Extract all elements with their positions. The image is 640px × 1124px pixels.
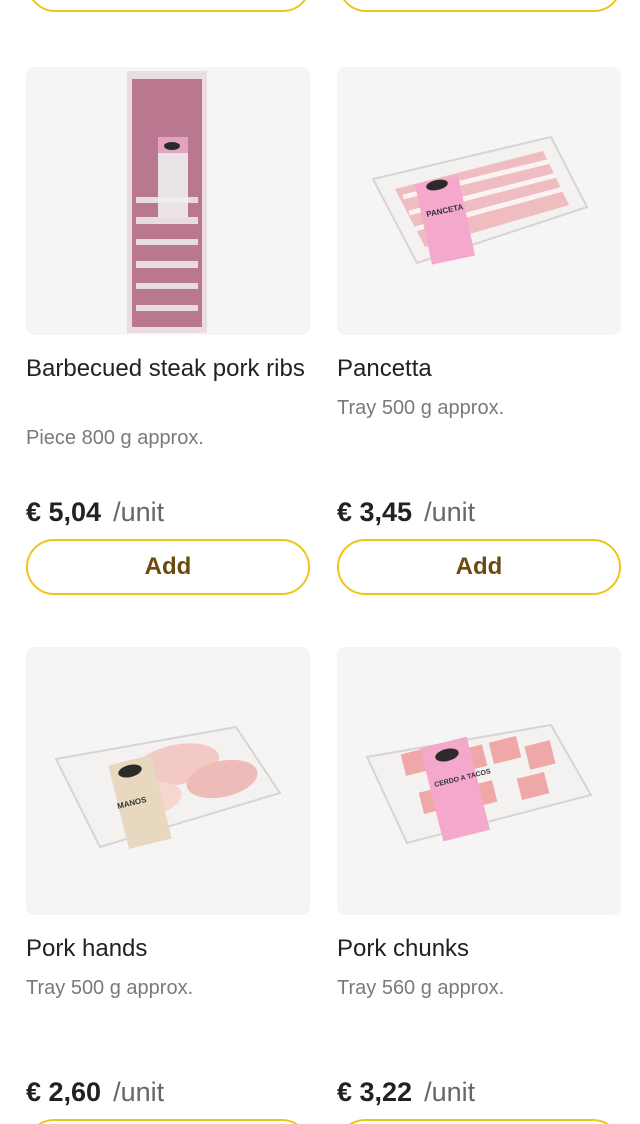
price-unit: /unit xyxy=(113,1077,165,1107)
product-name[interactable]: Pork hands xyxy=(26,933,310,964)
add-button[interactable] xyxy=(26,1119,310,1124)
product-weight: Tray 500 g approx. xyxy=(26,977,194,999)
pork-hands-tray-image: MANOS xyxy=(54,725,282,850)
product-price: € 5,04 xyxy=(26,497,102,527)
price-unit: /unit xyxy=(424,497,476,527)
price-unit: /unit xyxy=(113,497,165,527)
add-button[interactable]: Add xyxy=(26,539,310,595)
add-button-previous-left[interactable] xyxy=(27,0,311,12)
product-weight: Tray 560 g approx. xyxy=(337,977,505,999)
product-name[interactable]: Barbecued steak pork ribs xyxy=(26,353,310,384)
price-row: € 3,45/unit xyxy=(337,497,475,528)
product-image[interactable]: MANOS xyxy=(26,647,310,915)
product-card[interactable]: Barbecued steak pork ribs Piece 800 g ap… xyxy=(26,67,310,595)
product-weight: Piece 800 g approx. xyxy=(26,427,204,449)
product-image[interactable] xyxy=(26,67,310,335)
product-price: € 3,45 xyxy=(337,497,413,527)
product-price: € 3,22 xyxy=(337,1077,413,1107)
product-name[interactable]: Pork chunks xyxy=(337,933,621,964)
add-button[interactable]: Add xyxy=(337,539,621,595)
product-card[interactable]: CERDO A TACOS Pork chunks Tray 560 g app… xyxy=(337,647,621,1124)
price-row: € 2,60/unit xyxy=(26,1077,164,1108)
pancetta-tray-image: PANCETA xyxy=(371,135,589,265)
add-button[interactable] xyxy=(337,1119,621,1124)
price-row: € 3,22/unit xyxy=(337,1077,475,1108)
add-button-previous-right[interactable] xyxy=(338,0,622,12)
pork-chunks-tray-image: CERDO A TACOS xyxy=(365,723,593,845)
product-weight: Tray 500 g approx. xyxy=(337,397,505,419)
product-card[interactable]: MANOS Pork hands Tray 500 g approx. € 2,… xyxy=(26,647,310,1124)
price-row: € 5,04/unit xyxy=(26,497,164,528)
price-unit: /unit xyxy=(424,1077,476,1107)
pork-ribs-image xyxy=(127,71,207,333)
product-image[interactable]: CERDO A TACOS xyxy=(337,647,621,915)
product-grid-screen: Barbecued steak pork ribs Piece 800 g ap… xyxy=(0,0,640,1124)
product-name[interactable]: Pancetta xyxy=(337,353,621,384)
product-card[interactable]: PANCETA Pancetta Tray 500 g approx. € 3,… xyxy=(337,67,621,595)
product-image[interactable]: PANCETA xyxy=(337,67,621,335)
product-price: € 2,60 xyxy=(26,1077,102,1107)
